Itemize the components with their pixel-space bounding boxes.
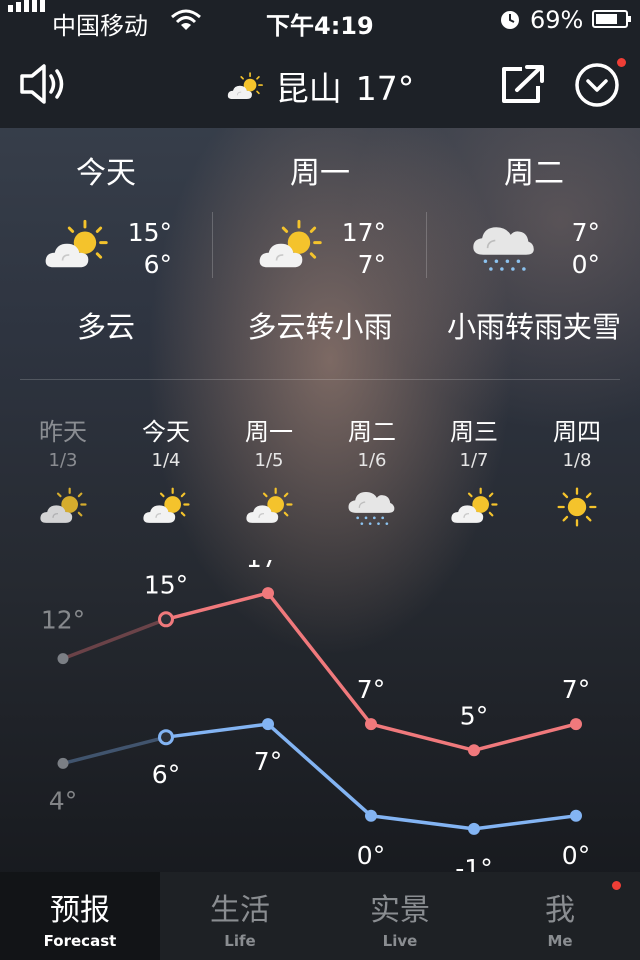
low-temp-point [365,809,377,822]
forecast-desc: 多云转小雨 [247,310,393,344]
battery-percent: 69% [530,6,584,34]
partly-cloudy-icon [226,71,264,103]
battery-icon [592,10,631,28]
tab-label: 我 [545,893,575,928]
low-temp-point [158,729,174,746]
forecast-day-name: 今天 [76,156,136,191]
low-temp-label: 0° [357,841,385,870]
status-time: 下午4:19 [266,12,374,40]
week-day-name: 周四 [553,418,601,446]
high-temp-point [158,611,174,628]
partly-cloudy-icon [256,218,324,274]
high-temp-label: 15° [144,570,188,599]
rain-snow-icon [470,216,536,278]
low-temp-line [62,735,167,766]
week-day-name: 周一 [245,418,293,446]
section-divider [20,379,620,380]
tab-label: 预报 [50,893,110,928]
tab-label: 实景 [370,893,430,928]
high-temp-label: 7° [562,675,590,704]
high-temp-point [262,587,274,600]
forecast-temps: 7° 0° [540,217,600,281]
high-temp-point [365,718,377,731]
low-temp-label: 4° [49,786,77,815]
high-temp-line [266,592,373,726]
forecast-low: 0° [571,250,600,279]
high-temp-label: 5° [460,701,488,730]
low-temp-label: 6° [152,760,180,789]
city-temperature: 17° [355,69,415,108]
tab-sublabel: Life [224,932,256,950]
forecast-desc: 小雨转雨夹雪 [446,310,621,344]
tab-forecast[interactable]: 预报 Forecast [0,872,160,960]
low-temp-point [57,757,69,769]
partly-cloudy-icon [244,486,294,528]
high-temp-label: 17° [246,560,290,573]
forecast-temps: 15° 6° [112,217,172,281]
forecast-high: 7° [571,218,600,247]
forecast-high: 17° [341,218,386,247]
low-temp-line [165,722,269,739]
partly-cloudy-icon [449,486,499,528]
forecast-day-name: 周二 [504,156,564,191]
clock-icon [501,11,519,29]
divider [212,212,213,278]
high-temp-point [468,744,480,757]
low-temp-line [266,722,373,818]
temperature-chart: 12° 15° 17° 7° 5° 7° 4° 6° 7° 0° -1° 0° [41,560,590,872]
high-temp-point [57,653,69,665]
low-temp-point [468,822,480,835]
carrier-label: 中国移动 [52,12,148,40]
high-temp-line [370,722,475,752]
dropdown-circle-icon[interactable] [574,62,622,110]
status-bar: 中国移动 下午4:19 69% [0,0,640,40]
week-day-name: 昨天 [39,418,87,446]
tab-sublabel: Forecast [43,932,117,950]
low-temp-point [262,718,274,731]
week-date: 1/8 [562,450,592,471]
week-date: 1/6 [357,450,387,471]
high-temp-label: 7° [357,675,385,704]
wifi-icon [171,9,201,30]
forecast-temps: 17° 7° [326,217,386,281]
divider [426,212,427,278]
low-temp-label: -1° [455,854,492,872]
week-date: 1/3 [48,450,78,471]
notification-dot [617,58,626,67]
week-date: 1/5 [254,450,284,471]
low-temp-line [473,814,577,831]
forecast-low: 6° [143,250,172,279]
tab-sublabel: Me [547,932,573,950]
sunny-icon [552,486,602,528]
week-date: 1/4 [151,450,181,471]
low-temp-label: 0° [562,841,590,870]
high-temp-label: 12° [41,606,85,635]
city-name: 昆山 [275,69,342,108]
low-temp-line [370,814,475,831]
high-temp-line [473,722,577,752]
low-temp-label: 7° [254,747,282,776]
tab-life[interactable]: 生活 Life [160,872,320,960]
partly-cloudy-icon [141,486,191,528]
notification-dot [612,881,621,890]
high-temp-point [570,718,582,731]
low-temp-point [570,809,582,822]
tab-label: 生活 [210,893,270,928]
forecast-low: 7° [357,250,386,279]
rain-snow-icon [346,484,396,530]
tab-live[interactable]: 实景 Live [320,872,480,960]
week-day-name: 今天 [142,418,190,446]
forecast-day-name: 周一 [290,156,350,191]
forecast-desc: 多云 [76,310,135,344]
week-day-name: 周三 [450,418,498,446]
forecast-high: 15° [127,218,172,247]
tab-sublabel: Live [382,932,418,950]
week-day-name: 周二 [348,418,396,446]
partly-cloudy-icon [38,486,88,528]
share-icon[interactable] [500,64,546,104]
partly-cloudy-icon [42,218,110,274]
week-date: 1/7 [459,450,489,471]
